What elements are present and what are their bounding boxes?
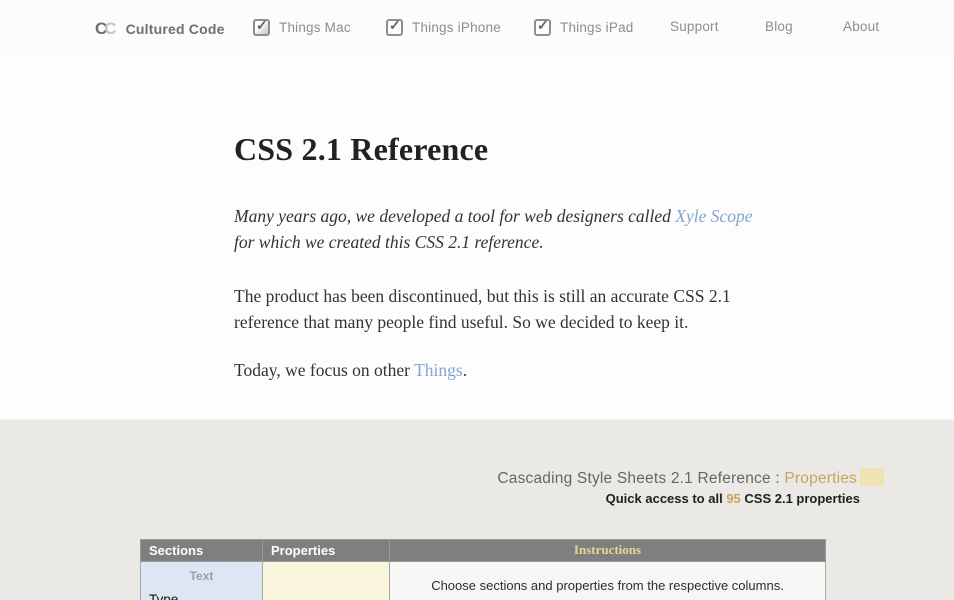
reference-title-separator: : [771,470,785,487]
nav-label: Support [670,19,719,34]
nav-item-things-mac[interactable]: ✓ Things Mac [253,19,351,36]
section-group-text: Text [141,562,262,583]
things-link[interactable]: Things [414,360,463,380]
column-header-sections: Sections [141,540,263,562]
column-header-properties: Properties [263,540,390,562]
sections-column: Text Type [141,562,263,600]
reference-title-main: Cascading Style Sheets 2.1 Reference [497,470,770,487]
top-navigation: CC Cultured Code ✓ Things Mac ✓ Things i… [0,0,954,60]
things-checkbox-icon: ✓ [253,19,270,36]
nav-item-about[interactable]: About [843,19,879,34]
subtitle-before: Quick access to all [606,491,727,506]
css-reference-table: Sections Properties Instructions Text Ty… [140,539,826,600]
brand-label: Cultured Code [126,21,225,37]
column-header-instructions: Instructions [390,540,826,562]
nav-label: Things iPhone [412,20,501,35]
instructions-line-1: Choose sections and properties from the … [390,575,825,597]
intro-text-before: Many years ago, we developed a tool for … [234,206,675,226]
page-title: CSS 2.1 Reference [234,131,764,168]
nav-label: About [843,19,879,34]
nav-item-things-ipad[interactable]: ✓ Things iPad [534,19,634,36]
subtitle-after: CSS 2.1 properties [741,491,860,506]
property-count: 95 [726,491,740,506]
discontinued-paragraph: The product has been discontinued, but t… [234,283,764,335]
today-text-before: Today, we focus on other [234,360,414,380]
nav-item-blog[interactable]: Blog [765,19,793,34]
reference-title: Cascading Style Sheets 2.1 Reference : P… [497,468,884,488]
table-header-row: Sections Properties Instructions [141,540,826,562]
cc-logo-icon: CC [95,19,114,39]
instructions-column: Choose sections and properties from the … [390,562,826,600]
nav-label: Blog [765,19,793,34]
reference-panel: Cascading Style Sheets 2.1 Reference : P… [0,418,954,600]
nav-label: Things Mac [279,20,351,35]
today-paragraph: Today, we focus on other Things. [234,357,764,383]
intro-paragraph: Many years ago, we developed a tool for … [234,203,764,255]
things-checkbox-icon: ✓ [386,19,403,36]
properties-highlight-swatch [860,468,884,486]
xyle-scope-link[interactable]: Xyle Scope [675,206,752,226]
intro-text-after: for which we created this CSS 2.1 refere… [234,232,544,252]
nav-item-things-iphone[interactable]: ✓ Things iPhone [386,19,501,36]
cultured-code-logo[interactable]: CC Cultured Code [95,19,225,39]
things-checkbox-icon: ✓ [534,19,551,36]
reference-title-section: Properties [784,470,857,487]
section-item-type[interactable]: Type [141,583,262,600]
today-text-after: . [463,360,467,380]
reference-subtitle: Quick access to all 95 CSS 2.1 propertie… [497,491,860,506]
nav-item-support[interactable]: Support [670,19,719,34]
properties-column[interactable] [263,562,390,600]
reference-header: Cascading Style Sheets 2.1 Reference : P… [497,468,884,506]
table-body-row: Text Type Choose sections and properties… [141,562,826,600]
nav-label: Things iPad [560,20,634,35]
